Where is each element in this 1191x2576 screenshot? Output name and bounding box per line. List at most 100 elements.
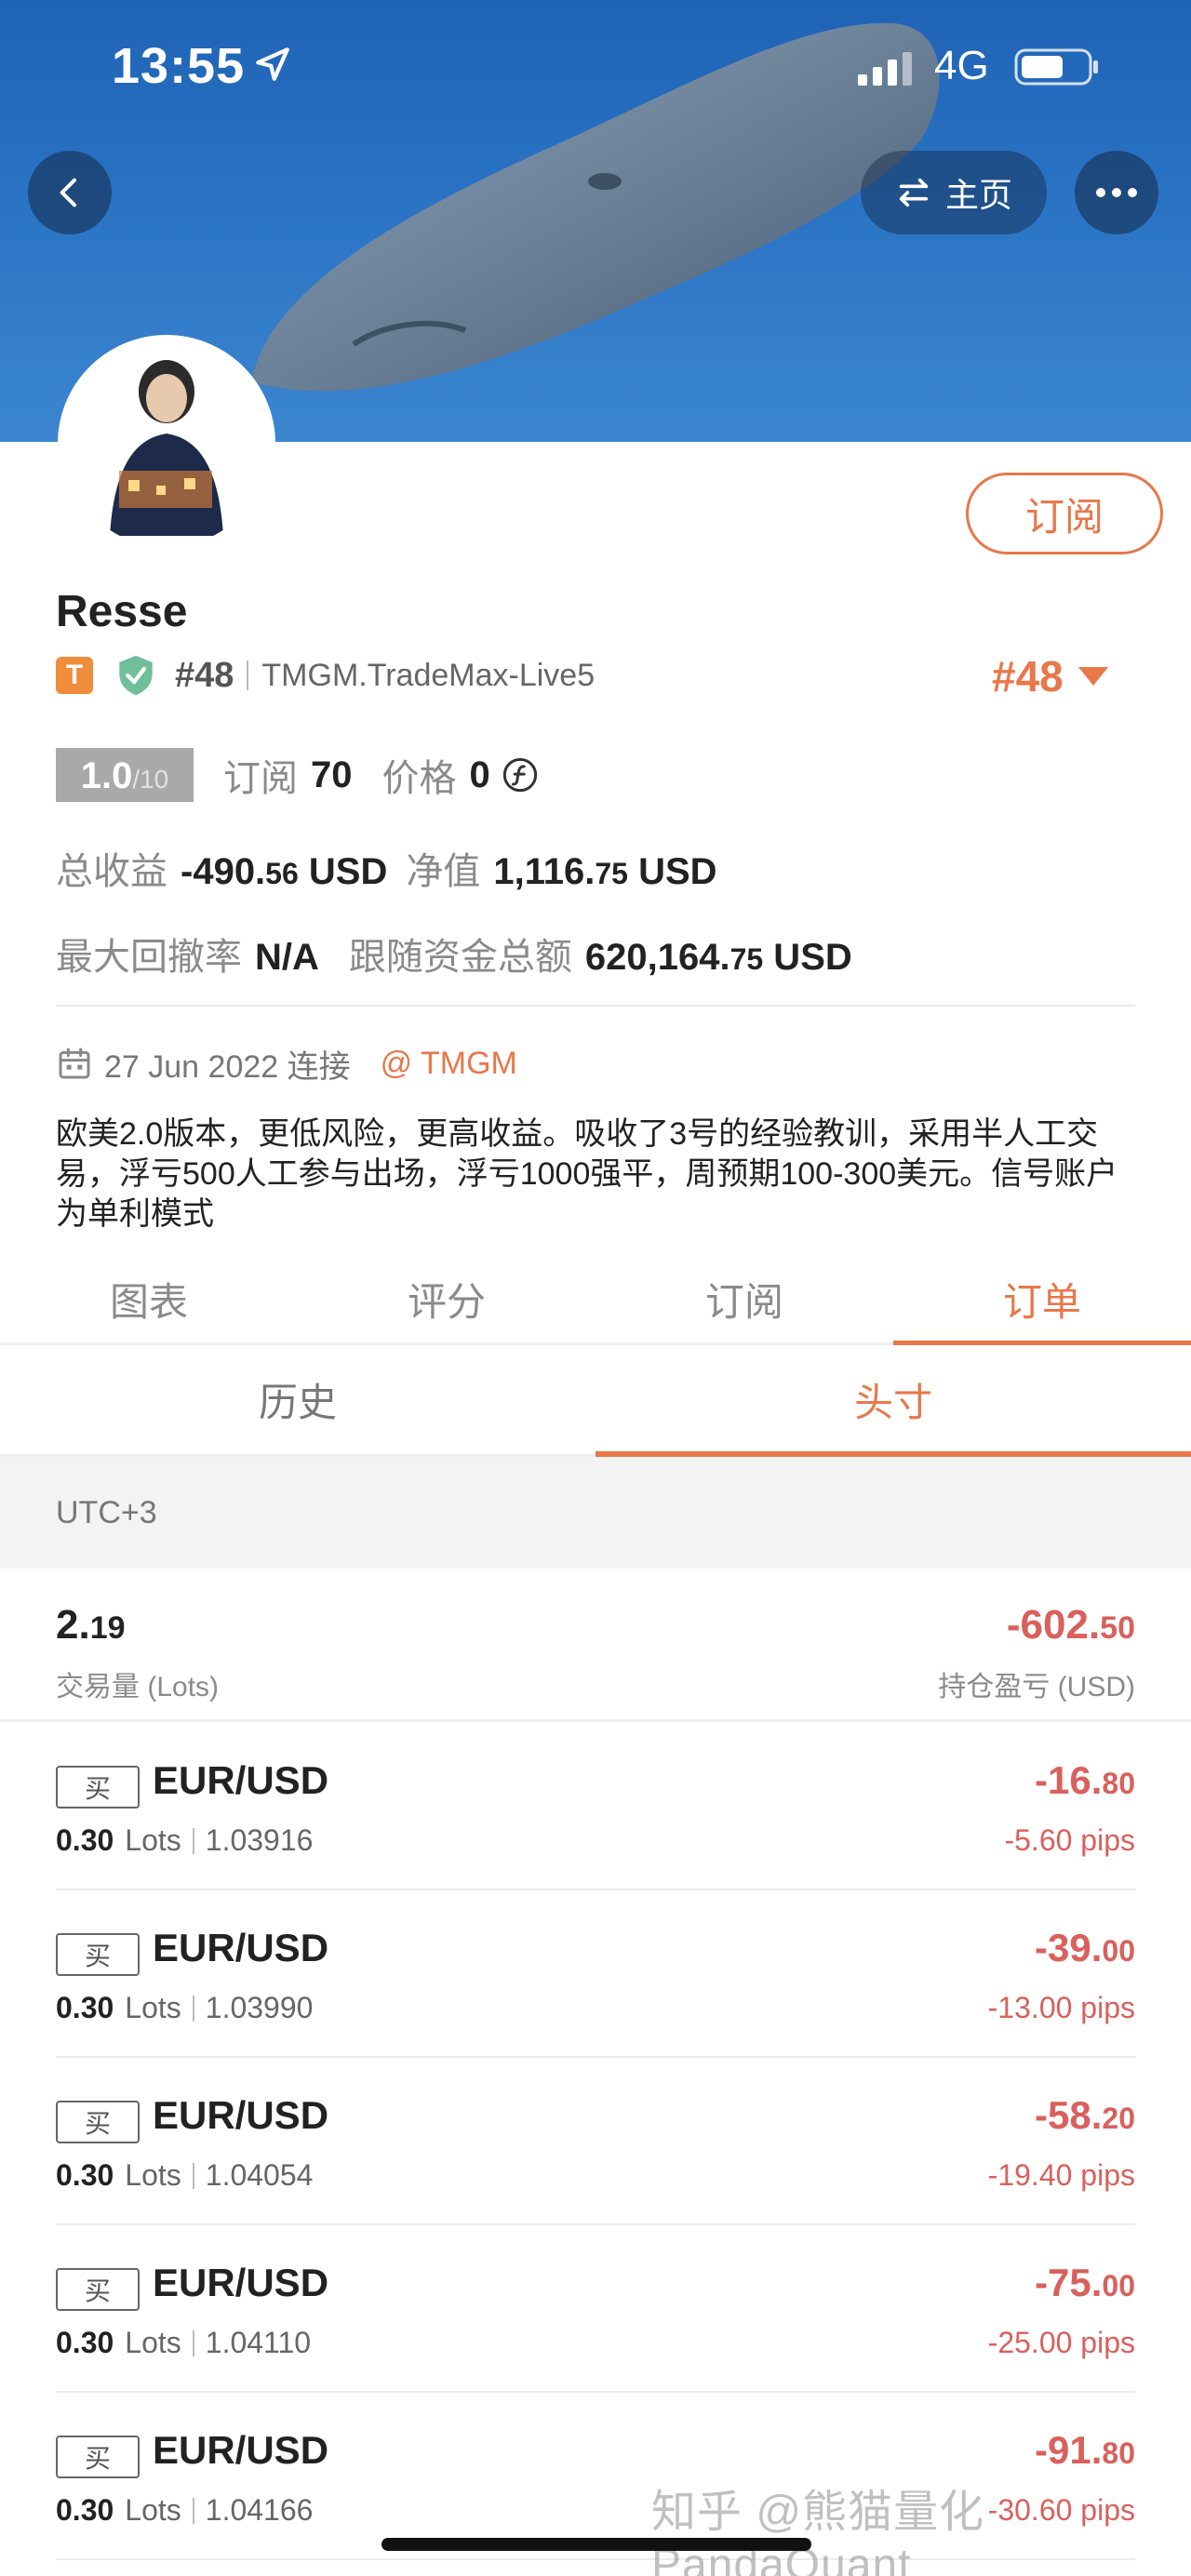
follow-funds-value: 620,164.75 USD: [585, 937, 852, 979]
location-arrow-icon: [256, 47, 289, 81]
rank-label: #48: [175, 655, 234, 695]
verified-shield-icon: [119, 655, 153, 696]
total-profit-label: 总收益: [56, 851, 167, 892]
follow-funds-int: 620,164.: [584, 937, 730, 978]
positions-summary: 2.19 交易量 (Lots) -602.50 持仓盈亏 (USD): [0, 1568, 1191, 1722]
position-pips: -19.40 pips: [987, 2158, 1135, 2192]
equity-unit: USD: [627, 851, 717, 892]
avatar[interactable]: [58, 335, 275, 553]
pnl-dec: 00: [1102, 2269, 1135, 2302]
follow-funds-label: 跟随资金总额: [348, 937, 572, 978]
subscribe-button[interactable]: 订阅: [966, 473, 1163, 554]
network-type: 4G: [934, 43, 989, 88]
more-button[interactable]: [1075, 151, 1158, 234]
side-badge: 买: [56, 1933, 140, 1976]
side-badge: 买: [56, 1766, 140, 1809]
symbol: EUR/USD: [153, 2261, 329, 2304]
subs-value: 70: [311, 754, 353, 795]
lots-line: 0.30 Lots 1.04110: [56, 2326, 311, 2360]
position-row[interactable]: 买 EUR/USD 0.30 Lots 1.04110 -75.00 -25.0…: [56, 2225, 1135, 2393]
home-switch-button[interactable]: 主页: [861, 151, 1047, 234]
lots-divider: [192, 2162, 194, 2189]
watermark: 知乎 @熊猫量化 PandaQuant: [651, 2488, 985, 2576]
equity-int: 1,116.: [493, 851, 596, 892]
strategy-description: 欧美2.0版本，更低风险，更高收益。吸收了3号的经验教训，采用半人工交易，浮亏5…: [56, 1116, 1118, 1232]
position-pips: -25.00 pips: [987, 2326, 1135, 2359]
open-price: 1.03990: [205, 1991, 314, 2024]
lots-unit: Lots: [125, 2493, 181, 2527]
broker-link[interactable]: @ TMGM: [381, 1046, 517, 1082]
total-floating-pl-label: 持仓盈亏 (USD): [938, 1672, 1135, 1702]
position-row[interactable]: 买 EUR/USD 0.30 Lots 1.04054 -58.20 -19.4…: [56, 2058, 1135, 2225]
trader-name: Resse: [56, 587, 188, 636]
total-lots-dec: 19: [89, 1610, 126, 1646]
tab-history[interactable]: 历史: [0, 1345, 596, 1454]
total-lots-label: 交易量 (Lots): [56, 1672, 220, 1702]
swap-arrows-icon: [899, 178, 929, 207]
pnl-dec: 20: [1102, 2102, 1135, 2135]
more-dots-icon: [1096, 188, 1137, 197]
lots-unit: Lots: [125, 2158, 181, 2192]
position-row[interactable]: 买 EUR/USD 0.30 Lots 1.03990 -39.00 -13.0…: [56, 1890, 1135, 2058]
score-max: /10: [132, 765, 169, 794]
lots-value: 0.30: [56, 2493, 114, 2527]
positions-list: 买 EUR/USD 0.30 Lots 1.03916 -16.80 -5.60…: [0, 1723, 1191, 2560]
rank-dropdown[interactable]: #48: [992, 651, 1108, 701]
lots-value: 0.30: [56, 1991, 114, 2024]
tab-chart[interactable]: 图表: [0, 1256, 298, 1342]
subs-label: 订阅: [223, 758, 298, 799]
position-pnl: -91.80: [1035, 2428, 1135, 2473]
tab-positions[interactable]: 头寸: [596, 1345, 1191, 1457]
position-pips: -13.00 pips: [987, 1991, 1135, 2024]
tab-subscribe[interactable]: 订阅: [596, 1256, 893, 1342]
status-time: 13:55: [112, 38, 246, 94]
drawdown-row: 最大回撤率 N/A 跟随资金总额 620,164.75 USD: [56, 927, 852, 979]
join-row: 27 Jun 2022 连接 @ TMGM: [56, 1040, 517, 1087]
equity-dec: 75: [595, 857, 628, 890]
total-profit-unit: USD: [298, 851, 388, 892]
lots-unit: Lots: [125, 1991, 181, 2024]
total-lots-int: 2.: [56, 1602, 90, 1648]
trader-meta-row: T #48 TMGM.TradeMax-Live5: [56, 653, 595, 698]
lots-line: 0.30 Lots 1.03916: [56, 1823, 313, 1858]
avatar-image: [63, 340, 270, 547]
lots-line: 0.30 Lots 1.04054: [56, 2158, 313, 2193]
tier-badge: T: [56, 657, 93, 694]
timezone-bar: UTC+3: [0, 1457, 1191, 1568]
total-pl-int: -602.: [1006, 1602, 1101, 1648]
total-lots: 2.19: [56, 1602, 126, 1648]
pnl-int: -39.: [1035, 1926, 1103, 1969]
pnl-dec: 00: [1102, 1934, 1135, 1968]
side-badge: 买: [56, 2436, 140, 2478]
side-badge: 买: [56, 2268, 140, 2311]
equity-value: 1,116.75 USD: [493, 851, 716, 893]
price-label: 价格: [381, 758, 457, 799]
caret-down-icon: [1077, 667, 1108, 686]
tab-rating[interactable]: 评分: [298, 1256, 596, 1342]
equity-label: 净值: [406, 851, 481, 892]
lots-unit: Lots: [125, 2326, 181, 2359]
lots-line: 0.30 Lots 1.04166: [56, 2493, 313, 2528]
signal-icon: [858, 52, 912, 86]
lots-divider: [192, 2497, 194, 2524]
lots-unit: Lots: [125, 1823, 181, 1857]
position-row[interactable]: 买 EUR/USD 0.30 Lots 1.03916 -16.80 -5.60…: [56, 1723, 1135, 1890]
back-button[interactable]: [28, 151, 112, 234]
position-pnl: -16.80: [1035, 1758, 1135, 1803]
max-drawdown-label: 最大回撤率: [56, 937, 242, 978]
lots-divider: [192, 1827, 194, 1854]
symbol: EUR/USD: [153, 1758, 329, 1802]
home-indicator[interactable]: [381, 2538, 811, 2551]
lots-value: 0.30: [56, 2158, 114, 2192]
pnl-int: -58.: [1035, 2093, 1103, 2137]
pnl-int: -16.: [1035, 1758, 1103, 1802]
pnl-int: -75.: [1035, 2261, 1103, 2304]
score-badge: 1.0 /10: [56, 748, 194, 802]
main-tabs: 图表 评分 订阅 订单: [0, 1256, 1191, 1345]
side-badge: 买: [56, 2101, 140, 2143]
total-profit-value: -490.56 USD: [181, 851, 387, 893]
total-floating-pl: -602.50: [1007, 1602, 1135, 1648]
position-pnl: -75.00: [1035, 2261, 1135, 2305]
calendar-icon: [59, 1048, 90, 1079]
tab-orders[interactable]: 订单: [893, 1256, 1191, 1345]
